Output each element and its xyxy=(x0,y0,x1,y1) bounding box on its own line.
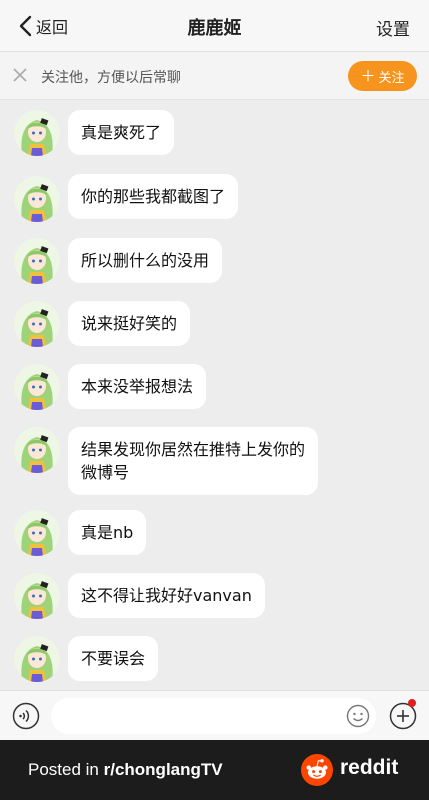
reddit-footer: Posted in r/chonglangTV reddit xyxy=(0,740,429,800)
avatar-image xyxy=(14,427,60,473)
input-bar xyxy=(0,690,429,740)
message-bubble: 这不得让我好好vanvan xyxy=(68,573,265,618)
posted-prefix: Posted in xyxy=(28,760,104,779)
settings-button[interactable]: 设置 xyxy=(376,15,410,40)
message-input[interactable] xyxy=(51,698,376,734)
avatar-image xyxy=(14,301,60,347)
plus-icon: ＋ xyxy=(360,66,376,85)
avatar-image xyxy=(14,110,60,156)
avatar[interactable] xyxy=(14,364,60,410)
avatar-image xyxy=(14,238,60,284)
avatar[interactable] xyxy=(14,636,60,682)
message-bubble: 不要误会 xyxy=(68,636,159,681)
avatar[interactable] xyxy=(14,176,60,222)
follow-banner: 关注他，方便以后常聊 ＋ 关注 xyxy=(0,52,429,100)
voice-icon[interactable] xyxy=(12,702,40,730)
follow-button[interactable]: ＋ 关注 xyxy=(348,61,417,91)
avatar[interactable] xyxy=(14,301,60,347)
notification-dot xyxy=(408,699,416,707)
message-list: 真是爽死了 你的那些我都截图了 所以删什么的没用 说来挺好笑的 本来没举报想法 … xyxy=(0,100,429,690)
reddit-logo-icon xyxy=(301,754,333,786)
avatar-image xyxy=(14,364,60,410)
message-bubble: 你的那些我都截图了 xyxy=(68,174,239,219)
avatar[interactable] xyxy=(14,510,60,556)
follow-label: 关注 xyxy=(378,70,405,86)
message-bubble: 说来挺好笑的 xyxy=(68,301,191,346)
close-icon[interactable] xyxy=(12,67,28,83)
avatar[interactable] xyxy=(14,110,60,156)
follow-hint-text: 关注他，方便以后常聊 xyxy=(41,70,181,86)
top-nav-bar: 返回 鹿鹿姬 设置 xyxy=(0,0,429,52)
subreddit-name[interactable]: r/chonglangTV xyxy=(104,760,223,779)
avatar[interactable] xyxy=(14,238,60,284)
page-title: 鹿鹿姬 xyxy=(187,18,242,39)
message-bubble: 所以删什么的没用 xyxy=(68,238,223,283)
avatar-image xyxy=(14,176,60,222)
message-bubble: 本来没举报想法 xyxy=(68,364,207,409)
message-bubble: 结果发现你居然在推特上发你的 微博号 xyxy=(68,427,319,495)
message-bubble: 真是nb xyxy=(68,510,147,555)
avatar[interactable] xyxy=(14,573,60,619)
avatar[interactable] xyxy=(14,427,60,473)
posted-in-text: Posted in r/chonglangTV xyxy=(28,760,223,780)
avatar-image xyxy=(14,510,60,556)
emoji-icon[interactable] xyxy=(346,704,370,728)
avatar-image xyxy=(14,636,60,682)
reddit-wordmark: reddit xyxy=(340,756,399,779)
message-bubble: 真是爽死了 xyxy=(68,110,175,155)
avatar-image xyxy=(14,573,60,619)
